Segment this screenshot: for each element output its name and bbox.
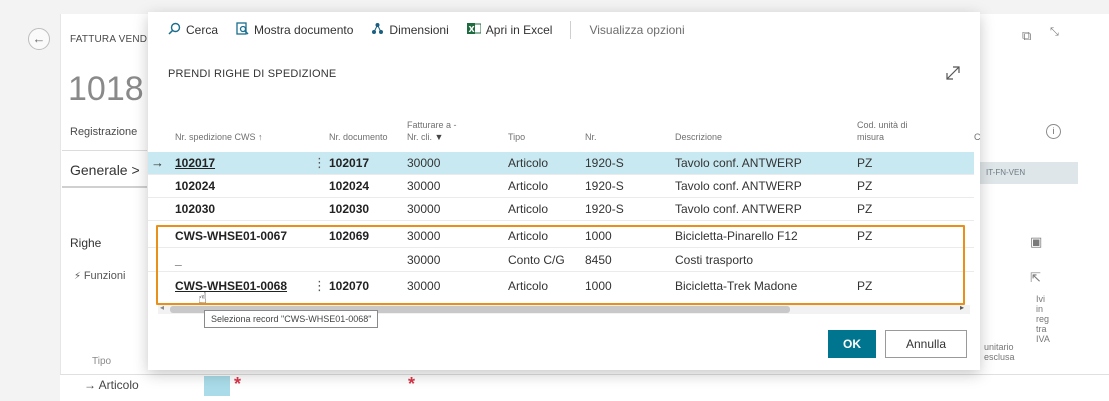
current-row-arrow-icon: → (151, 155, 164, 170)
cell-uom: PZ (857, 156, 873, 170)
header-description[interactable]: Descrizione (675, 132, 722, 143)
background-row-type[interactable]: → Articolo (84, 378, 139, 392)
dimensions-label: Dimensioni (389, 23, 449, 37)
highlight-annotation (156, 225, 965, 305)
page-caption: FATTURA VEND (70, 34, 148, 45)
cell-document: 102024 (329, 179, 370, 193)
show-document-label: Mostra documento (254, 23, 354, 37)
required-marker: * (408, 374, 416, 394)
header-no[interactable]: Nr. (585, 132, 597, 143)
open-in-excel-label: Apri in Excel (485, 23, 553, 37)
toolbar-divider (570, 21, 572, 39)
svg-text:X: X (468, 25, 475, 34)
header-uom-line1[interactable]: Cod. unità di (857, 120, 908, 131)
ok-button[interactable]: OK (828, 330, 876, 358)
open-in-excel-button[interactable]: X Apri in Excel (466, 22, 553, 38)
cell-document: 102030 (329, 202, 370, 216)
hand-cursor-icon: ☝ (198, 290, 208, 307)
header-extra[interactable]: C (974, 132, 981, 143)
required-marker: * (234, 374, 242, 394)
header-uom-line2[interactable]: misura (857, 132, 884, 143)
header-type[interactable]: Tipo (508, 132, 525, 143)
search-button[interactable]: Cerca (168, 22, 218, 38)
cell-customer: 30000 (407, 156, 441, 170)
divider (62, 150, 147, 151)
table-row[interactable]: 102030 102030 30000 Articolo 1920-S Tavo… (148, 198, 974, 220)
excel-icon: X (466, 22, 482, 38)
lightning-icon: ⚡ (74, 271, 84, 282)
column-header-tipo: Tipo (92, 356, 112, 367)
cell-customer: 30000 (407, 202, 441, 216)
dimensions-icon (371, 22, 384, 38)
window-icon[interactable]: ⧉ (1022, 28, 1031, 44)
collapse-icon[interactable]: ⤡ (1050, 26, 1059, 39)
row-divider (148, 220, 974, 221)
cell-uom: PZ (857, 179, 873, 193)
cell-type: Articolo (508, 179, 549, 193)
cell-type: Articolo (508, 202, 549, 216)
column-header-iva: Ivi in reg tra IVA (1036, 294, 1050, 344)
share-icon[interactable]: ⇱ (1030, 270, 1041, 286)
funzioni-label: Funzioni (83, 270, 126, 282)
row-actions-icon[interactable]: ⋮ (313, 152, 326, 174)
cell-uom: PZ (857, 202, 873, 216)
cell-no: 1920-S (585, 202, 624, 216)
section-generale[interactable]: Generale > (70, 162, 140, 178)
cell-type: Articolo (508, 156, 549, 170)
background-tag: IT-FN-VEN (980, 162, 1078, 184)
header-document-no[interactable]: Nr. documento (329, 132, 388, 143)
expand-icon[interactable] (944, 64, 962, 82)
dimensions-button[interactable]: Dimensioni (371, 22, 449, 38)
document-search-icon (236, 22, 249, 38)
cell-description: Tavolo conf. ANTWERP (675, 202, 802, 216)
cell-no: 1920-S (585, 179, 624, 193)
background-cell[interactable] (204, 376, 230, 396)
cell-no: 1920-S (585, 156, 624, 170)
cancel-button[interactable]: Annulla (885, 330, 967, 358)
header-bill-to-line2: Nr. cli. (407, 132, 433, 142)
record-tooltip: Seleziona record "CWS-WHSE01-0068" (204, 310, 379, 328)
search-label: Cerca (186, 23, 219, 37)
table-row[interactable]: → 102017 ⋮ 102017 30000 Articolo 1920-S … (148, 152, 974, 174)
cell-shipment[interactable]: 102017 (175, 152, 215, 174)
header-bill-to-customer[interactable]: Nr. cli. ▼ (407, 132, 443, 143)
dialog-toolbar: Cerca Mostra documento Dimensioni X Apri… (148, 12, 980, 48)
show-document-button[interactable]: Mostra documento (236, 22, 353, 38)
search-icon (168, 22, 181, 38)
divider (62, 186, 147, 188)
cell-description: Tavolo conf. ANTWERP (675, 179, 802, 193)
back-icon[interactable]: ← (28, 28, 50, 50)
table-header: Nr. spedizione CWS ↑ Nr. documento Fattu… (148, 110, 981, 150)
table-row[interactable]: 102024 102024 30000 Articolo 1920-S Tavo… (148, 175, 974, 197)
header-shipment-no[interactable]: Nr. spedizione CWS ↑ (175, 132, 263, 143)
tab-registrazione[interactable]: Registrazione (70, 126, 137, 138)
cell-description: Tavolo conf. ANTWERP (675, 156, 802, 170)
cell-document: 102017 (329, 156, 370, 170)
filter-icon: ▼ (434, 132, 444, 142)
cell-shipment[interactable]: 102024 (175, 175, 215, 197)
cell-customer: 30000 (407, 179, 441, 193)
cell-shipment[interactable]: 102030 (175, 198, 215, 220)
panel-icon[interactable]: ▣ (1030, 234, 1042, 250)
info-icon[interactable]: i (1046, 124, 1061, 139)
header-bill-to-line1[interactable]: Fatturare a - (407, 120, 457, 131)
section-righe: Righe (70, 236, 102, 250)
dialog-title: PRENDI RIGHE DI SPEDIZIONE (168, 68, 337, 80)
column-header-unitario: unitario esclusa (984, 342, 1015, 362)
view-options-button[interactable]: Visualizza opzioni (589, 23, 684, 37)
funzioni-menu[interactable]: ⚡ Funzioni (74, 270, 125, 282)
view-options-label: Visualizza opzioni (589, 23, 685, 37)
